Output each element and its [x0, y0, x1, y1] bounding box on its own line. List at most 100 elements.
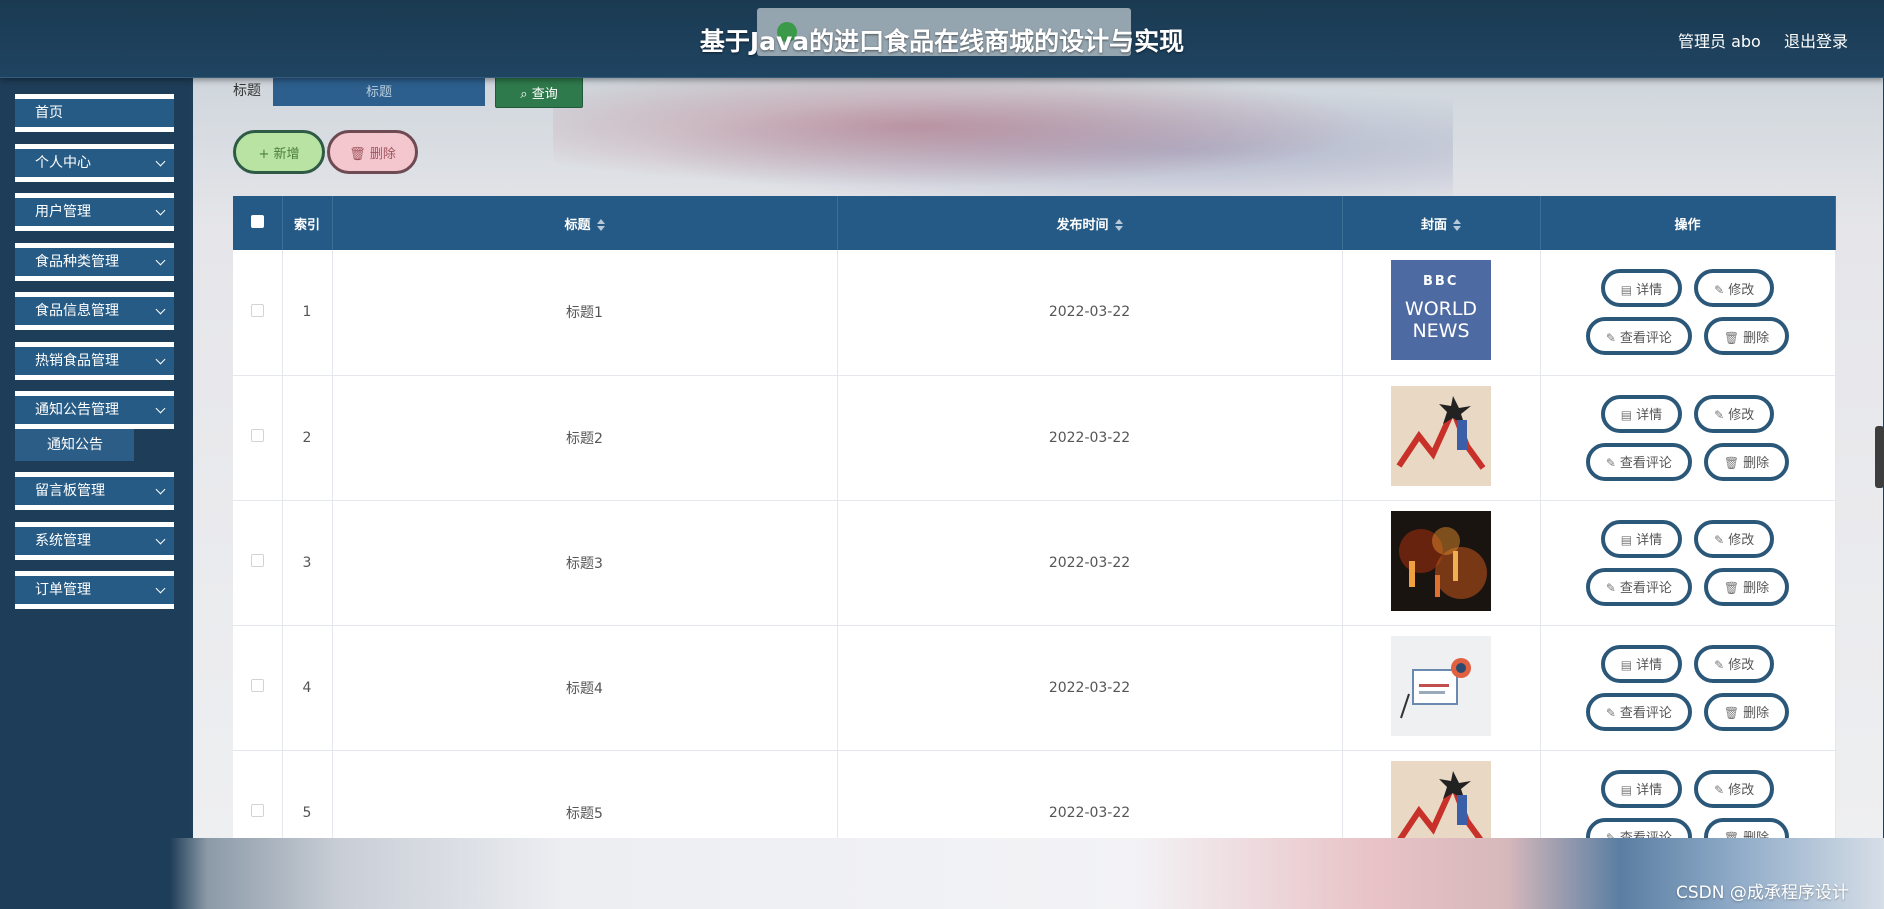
sidebar-item-notice-management[interactable]: 通知公告管理 — [15, 391, 174, 429]
sidebar-item-food-info[interactable]: 食品信息管理 — [15, 292, 174, 330]
sidebar-item-home[interactable]: 首页 — [15, 94, 174, 132]
row-index: 2 — [282, 375, 333, 501]
batch-delete-button[interactable]: 🗑 删除 — [327, 130, 418, 174]
view-comments-button[interactable]: ✎查看评论 — [1585, 567, 1692, 606]
row-checkbox[interactable] — [250, 554, 264, 567]
view-comments-button-label: 查看评论 — [1619, 330, 1672, 346]
delete-button[interactable]: 🗑删除 — [1703, 317, 1790, 356]
trash-icon: 🗑 — [1723, 330, 1740, 345]
document-icon: ▤ — [1620, 533, 1633, 547]
delete-button[interactable]: 🗑删除 — [1703, 817, 1790, 838]
view-comments-button[interactable]: ✎查看评论 — [1585, 442, 1692, 481]
batch-delete-button-label: 删除 — [369, 146, 396, 162]
trash-icon: 🗑 — [1723, 456, 1740, 470]
delete-button-label: 删除 — [1743, 581, 1770, 596]
row-actions-cell: ▤详情 ✎修改 ✎查看评论 🗑删除 — [1540, 375, 1836, 501]
row-checkbox[interactable] — [250, 303, 264, 317]
stock-chart-image[interactable] — [1391, 385, 1491, 486]
row-index: 4 — [282, 625, 333, 751]
detail-button-label: 详情 — [1636, 282, 1663, 298]
chevron-down-icon — [155, 354, 166, 365]
detail-button[interactable]: ▤ 详情 — [1600, 394, 1683, 433]
select-all-checkbox[interactable] — [250, 214, 264, 228]
column-header-date[interactable]: 发布时间 — [837, 196, 1343, 250]
sidebar-item-message-board[interactable]: 留言板管理 — [15, 472, 174, 510]
detail-button[interactable]: ▤ 详情 — [1600, 769, 1683, 808]
edit-button-label: 修改 — [1728, 658, 1755, 673]
view-comments-button[interactable]: ✎查看评论 — [1585, 317, 1692, 356]
query-button[interactable]: ⌕ 查询 — [495, 78, 583, 108]
detail-button[interactable]: ▤ 详情 — [1600, 519, 1683, 558]
currency-symbols-image[interactable] — [1391, 510, 1491, 611]
detail-button[interactable]: ▤ 详情 — [1600, 269, 1683, 308]
delete-button-label: 删除 — [1743, 706, 1770, 721]
sort-icon[interactable] — [1114, 219, 1123, 231]
column-header-title[interactable]: 标题 — [332, 196, 838, 250]
news-graphic — [1400, 657, 1471, 718]
add-button[interactable]: + 新增 — [233, 130, 325, 174]
delete-button[interactable]: 🗑删除 — [1703, 692, 1790, 731]
edit-button[interactable]: ✎ 修改 — [1694, 269, 1775, 308]
edit-button-label: 修改 — [1728, 408, 1755, 423]
sidebar-item-label: 首页 — [35, 105, 63, 121]
delete-button[interactable]: 🗑删除 — [1703, 567, 1790, 606]
column-header-cover-label: 封面 — [1420, 217, 1447, 233]
sort-icon[interactable] — [596, 219, 605, 231]
sort-icon[interactable] — [1453, 219, 1461, 231]
edit-button-label: 修改 — [1728, 533, 1755, 548]
bbc-world-news-image[interactable]: BBC WORLD NEWS — [1391, 260, 1491, 361]
view-comments-button[interactable]: ✎查看评论 — [1585, 692, 1692, 731]
row-select-cell — [233, 500, 283, 626]
row-cover-cell: BBC WORLD NEWS — [1342, 250, 1541, 376]
search-input[interactable] — [273, 78, 485, 106]
row-actions-cell: ▤详情 ✎修改 ✎查看评论 🗑删除 — [1540, 250, 1836, 376]
chevron-down-icon — [155, 304, 166, 315]
news-illustration-image[interactable] — [1391, 635, 1491, 736]
row-date: 2022-03-22 — [837, 500, 1343, 626]
bottom-blurred-area — [0, 838, 1884, 909]
row-checkbox[interactable] — [250, 804, 264, 817]
edit-button[interactable]: ✎ 修改 — [1694, 644, 1775, 683]
background-banner — [553, 78, 1453, 198]
edit-button[interactable]: ✎ 修改 — [1694, 394, 1775, 433]
detail-button-label: 详情 — [1636, 533, 1663, 548]
table-header-row: 索引 标题 发布时间 封面 操作 — [233, 196, 1836, 250]
delete-button-label: 删除 — [1743, 831, 1769, 838]
search-icon: ⌕ — [520, 86, 532, 102]
pencil-icon: ✎ — [1605, 330, 1616, 345]
row-checkbox[interactable] — [250, 679, 264, 692]
chevron-down-icon — [155, 205, 166, 216]
sidebar-item-food-category[interactable]: 食品种类管理 — [15, 243, 174, 281]
sidebar-item-hot-food[interactable]: 热销食品管理 — [15, 342, 174, 380]
delete-button[interactable]: 🗑删除 — [1703, 442, 1790, 481]
sidebar-item-personal-center[interactable]: 个人中心 — [15, 144, 174, 182]
sidebar-item-order-management[interactable]: 订单管理 — [15, 571, 174, 609]
chevron-down-icon — [155, 484, 166, 495]
logout-link[interactable]: 退出登录 — [1784, 28, 1848, 52]
chevron-down-icon — [155, 583, 166, 594]
cover-text-world-news: WORLD NEWS — [1391, 298, 1491, 342]
stock-chart-image[interactable] — [1391, 760, 1491, 838]
document-icon: ▤ — [1620, 658, 1633, 672]
sidebar-item-label: 个人中心 — [35, 155, 91, 171]
sidebar-subitem-notice[interactable]: 通知公告 — [15, 429, 134, 461]
pencil-icon: ✎ — [1714, 408, 1725, 422]
cover-text-world: WORLD — [1404, 298, 1478, 321]
watermark: CSDN @成承程序设计 — [1676, 883, 1849, 903]
row-checkbox[interactable] — [250, 429, 264, 442]
column-header-actions: 操作 — [1540, 196, 1836, 250]
sidebar-item-user-management[interactable]: 用户管理 — [15, 193, 174, 231]
page-scrollbar[interactable] — [1875, 426, 1884, 488]
pencil-icon: ✎ — [1605, 706, 1616, 720]
view-comments-button[interactable]: ✎查看评论 — [1585, 817, 1692, 838]
document-icon: ▤ — [1620, 282, 1633, 297]
edit-button[interactable]: ✎ 修改 — [1694, 519, 1775, 558]
stock-chart-graphic — [1396, 395, 1486, 470]
row-select-cell — [233, 250, 283, 376]
column-header-date-label: 发布时间 — [1056, 217, 1109, 233]
sidebar-item-system-management[interactable]: 系统管理 — [15, 522, 174, 560]
row-select-cell — [233, 625, 283, 751]
column-header-cover[interactable]: 封面 — [1342, 196, 1541, 250]
edit-button[interactable]: ✎ 修改 — [1694, 769, 1775, 808]
detail-button[interactable]: ▤ 详情 — [1600, 644, 1683, 683]
